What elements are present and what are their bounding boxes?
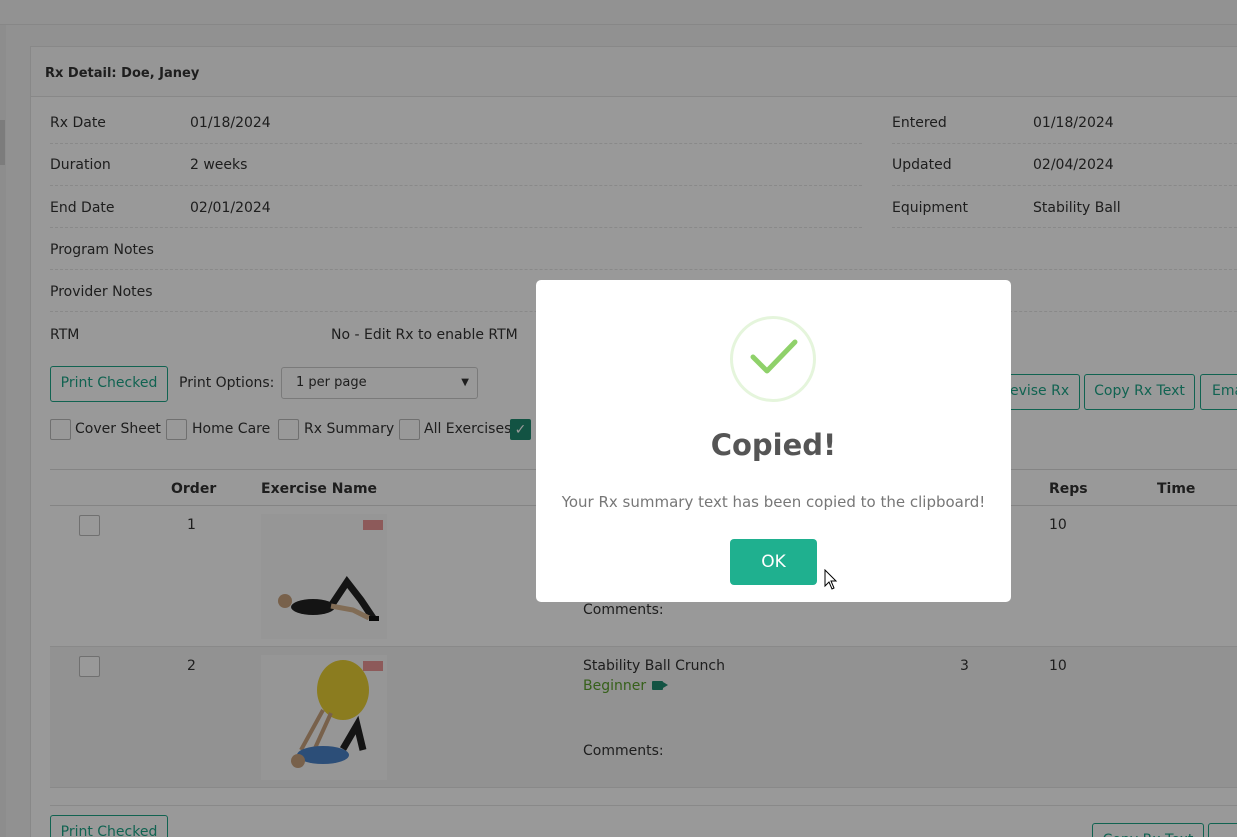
mouse-cursor-icon (824, 569, 838, 590)
checkmark-icon (750, 339, 798, 374)
ok-button[interactable]: OK (730, 539, 817, 585)
dialog-message: Your Rx summary text has been copied to … (561, 493, 986, 511)
dialog-title: Copied! (710, 428, 837, 462)
success-icon (730, 316, 816, 402)
copied-dialog: Copied! Your Rx summary text has been co… (536, 280, 1011, 602)
